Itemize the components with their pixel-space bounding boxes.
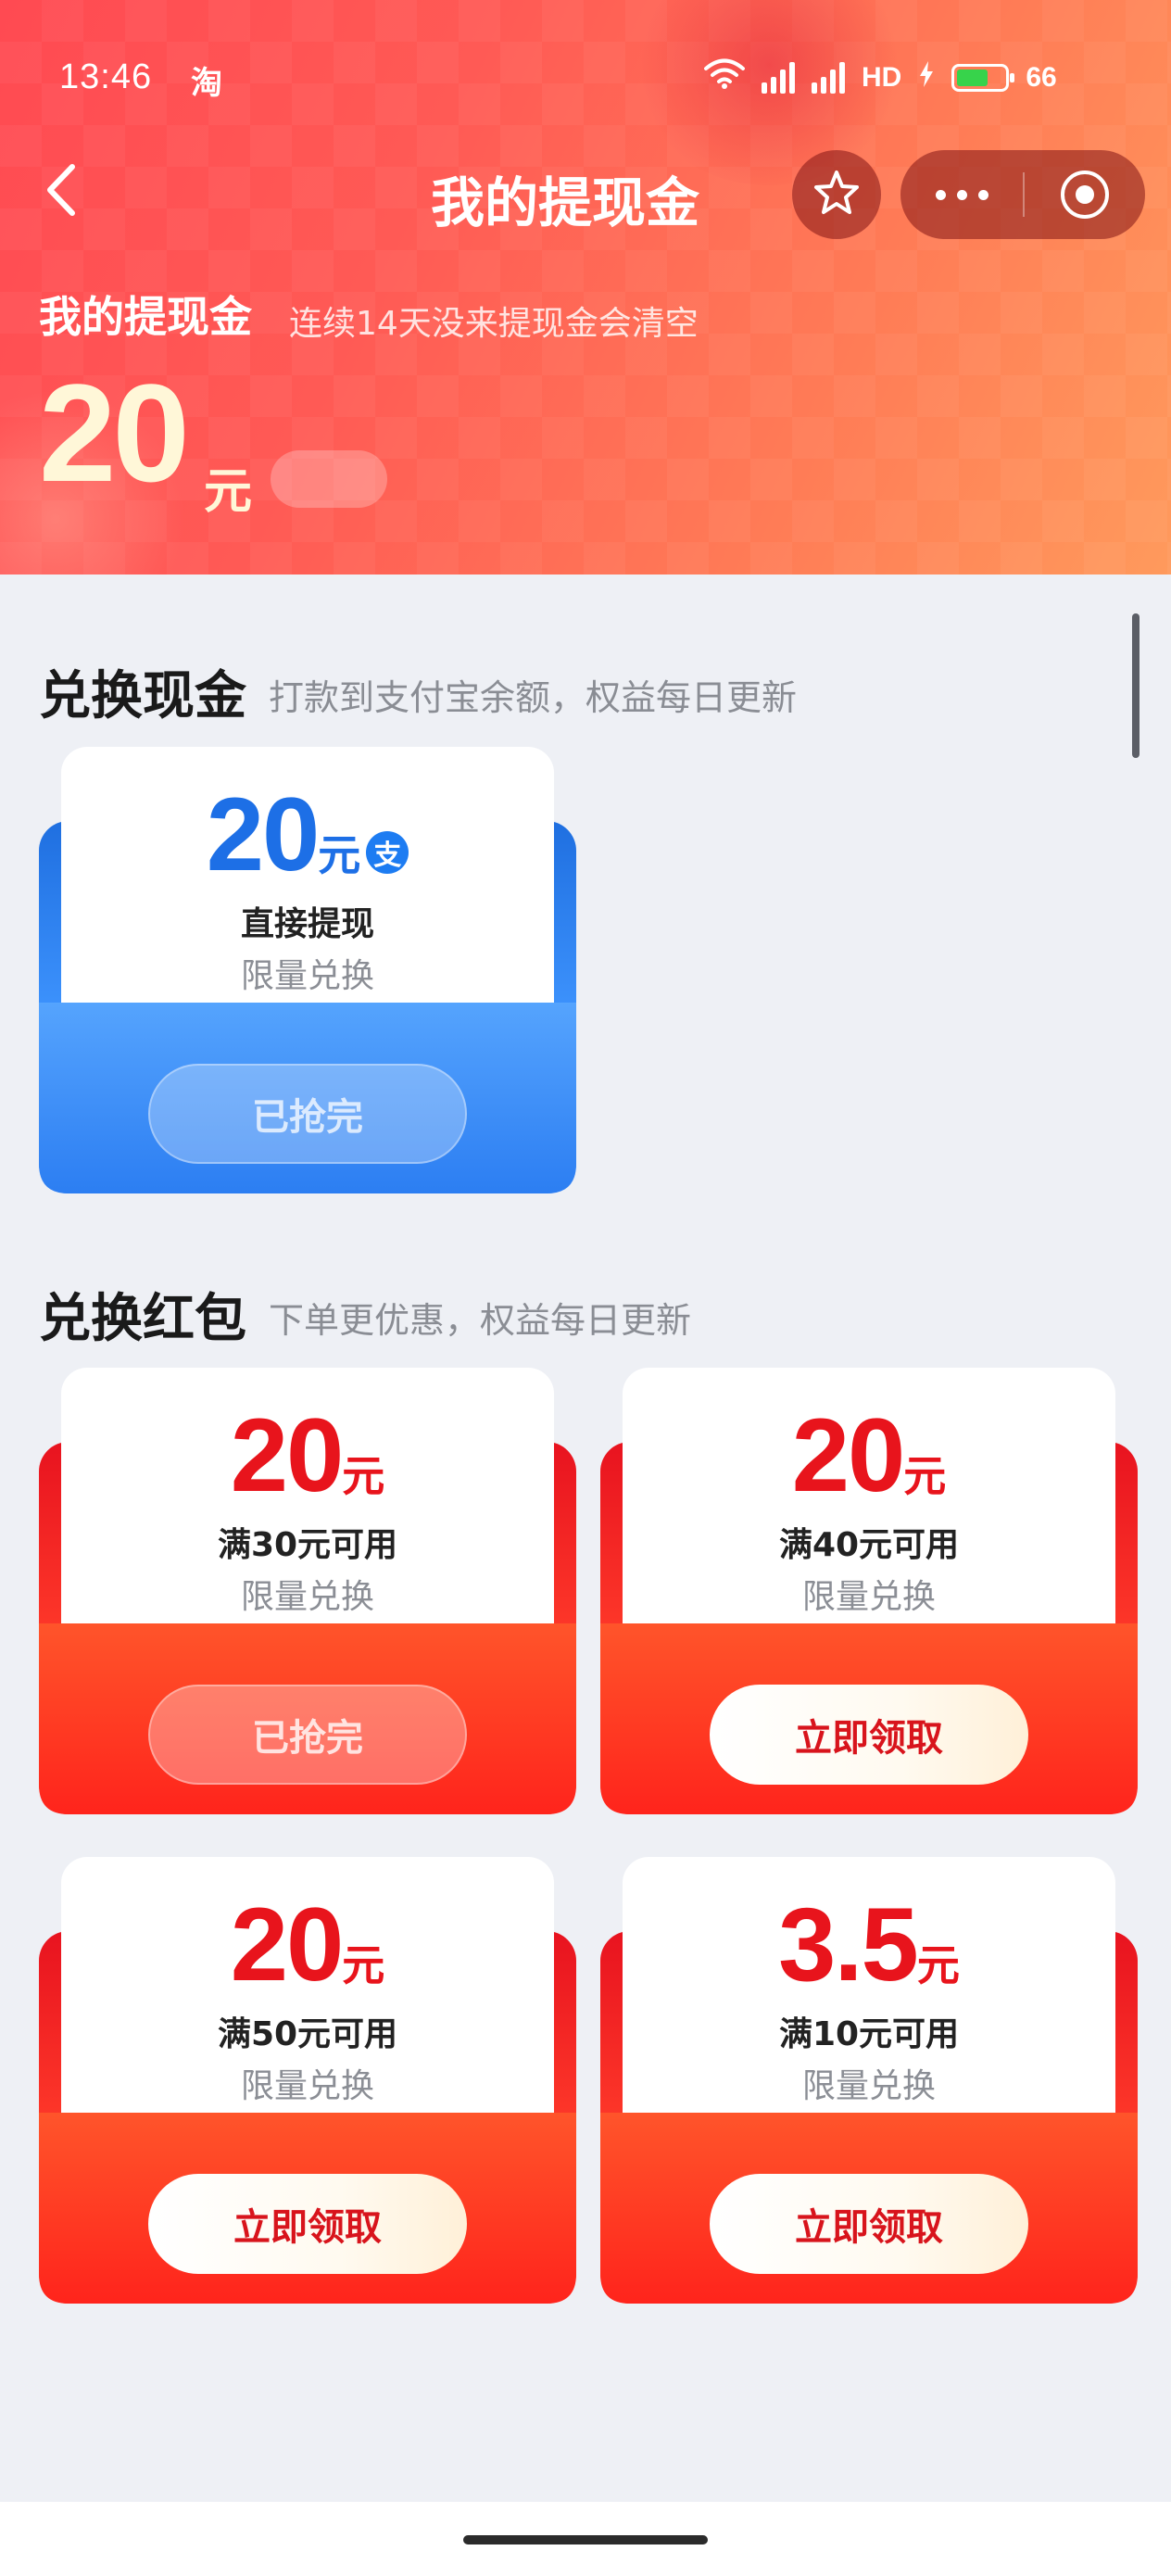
- cash-value: 20: [206, 777, 321, 892]
- redpacket-section-subtitle: 下单更优惠，权益每日更新: [269, 1300, 692, 1341]
- wallet-unit: 元: [204, 464, 253, 520]
- redpacket-claim-button[interactable]: 立即领取: [148, 2174, 467, 2274]
- status-bar: 13:46 淘 HD 66: [0, 0, 1171, 158]
- redpacket-section-title: 兑换红包: [39, 1289, 246, 1349]
- signal-icon: [812, 62, 845, 94]
- status-icons: HD 66: [704, 57, 1057, 98]
- redpacket-limit: 限量兑换: [240, 1578, 374, 1616]
- cash-section-subtitle: 打款到支付宝余额，权益每日更新: [269, 677, 798, 718]
- redpacket-card: 20元 满50元可用 限量兑换 立即领取: [39, 1857, 576, 2304]
- redpacket-condition: 满50元可用: [217, 2015, 398, 2053]
- cash-condition: 直接提现: [240, 905, 374, 943]
- redpacket-card: 20元 满30元可用 限量兑换 已抢完: [39, 1368, 576, 1814]
- cash-section-title: 兑换现金: [39, 666, 246, 726]
- redpacket-condition: 满40元可用: [778, 1526, 960, 1564]
- network-label: HD: [862, 62, 902, 93]
- redpacket-card: 3.5元 满10元可用 限量兑换 立即领取: [600, 1857, 1138, 2304]
- redpacket-limit: 限量兑换: [240, 2067, 374, 2105]
- redpacket-limit: 限量兑换: [801, 2067, 936, 2105]
- redpacket-value: 20: [791, 1397, 906, 1513]
- redpacket-value: 20: [230, 1397, 345, 1513]
- star-icon: [811, 167, 863, 222]
- redpacket-card: 20元 满40元可用 限量兑换 立即领取: [600, 1368, 1138, 1814]
- redpacket-unit: 元: [342, 1940, 385, 1990]
- page: 13:46 淘 HD 66 我的提现金 我的提现金 连续14天没来提现金会清空 …: [0, 0, 1171, 2576]
- redpacket-sold-out-button[interactable]: 已抢完: [148, 1685, 467, 1785]
- redpacket-condition: 满10元可用: [778, 2015, 960, 2053]
- redpacket-unit: 元: [916, 1940, 960, 1990]
- battery-icon: [951, 64, 1015, 92]
- cash-card: 20元支 直接提现 限量兑换 已抢完: [39, 747, 576, 1193]
- battery-level: 66: [1026, 62, 1057, 93]
- alipay-icon: 支: [366, 831, 409, 874]
- mini-program-capsule: [900, 150, 1145, 239]
- status-time: 13:46: [59, 57, 153, 96]
- home-indicator[interactable]: [463, 2535, 708, 2544]
- redpacket-value: 3.5: [778, 1887, 919, 2002]
- wallet-amount: 20: [39, 355, 190, 511]
- wallet-title: 我的提现金: [39, 292, 252, 342]
- redpacket-claim-button[interactable]: 立即领取: [710, 2174, 1028, 2274]
- redpacket-claim-button[interactable]: 立即领取: [710, 1685, 1028, 1785]
- more-dots-icon[interactable]: [900, 189, 1023, 200]
- header-banner: 13:46 淘 HD 66 我的提现金 我的提现金 连续14天没来提现金会清空 …: [0, 0, 1171, 575]
- cash-limit: 限量兑换: [240, 957, 374, 995]
- redpacket-unit: 元: [903, 1451, 947, 1501]
- redpacket-value: 20: [230, 1887, 345, 2002]
- status-app-indicator: 淘: [191, 65, 222, 102]
- wallet-detail-pill[interactable]: [271, 450, 387, 508]
- cash-sold-out-button[interactable]: 已抢完: [148, 1064, 467, 1164]
- target-icon[interactable]: [1025, 168, 1145, 221]
- wifi-icon: [704, 58, 745, 97]
- favorite-button[interactable]: [792, 150, 881, 239]
- redpacket-limit: 限量兑换: [801, 1578, 936, 1616]
- charging-icon: [918, 60, 935, 95]
- wallet-notice: 连续14天没来提现金会清空: [289, 305, 699, 343]
- redpacket-unit: 元: [342, 1451, 385, 1501]
- signal-icon: [762, 62, 795, 94]
- redpacket-condition: 满30元可用: [217, 1526, 398, 1564]
- cash-unit: 元: [318, 830, 361, 880]
- scrollbar[interactable]: [1132, 613, 1140, 758]
